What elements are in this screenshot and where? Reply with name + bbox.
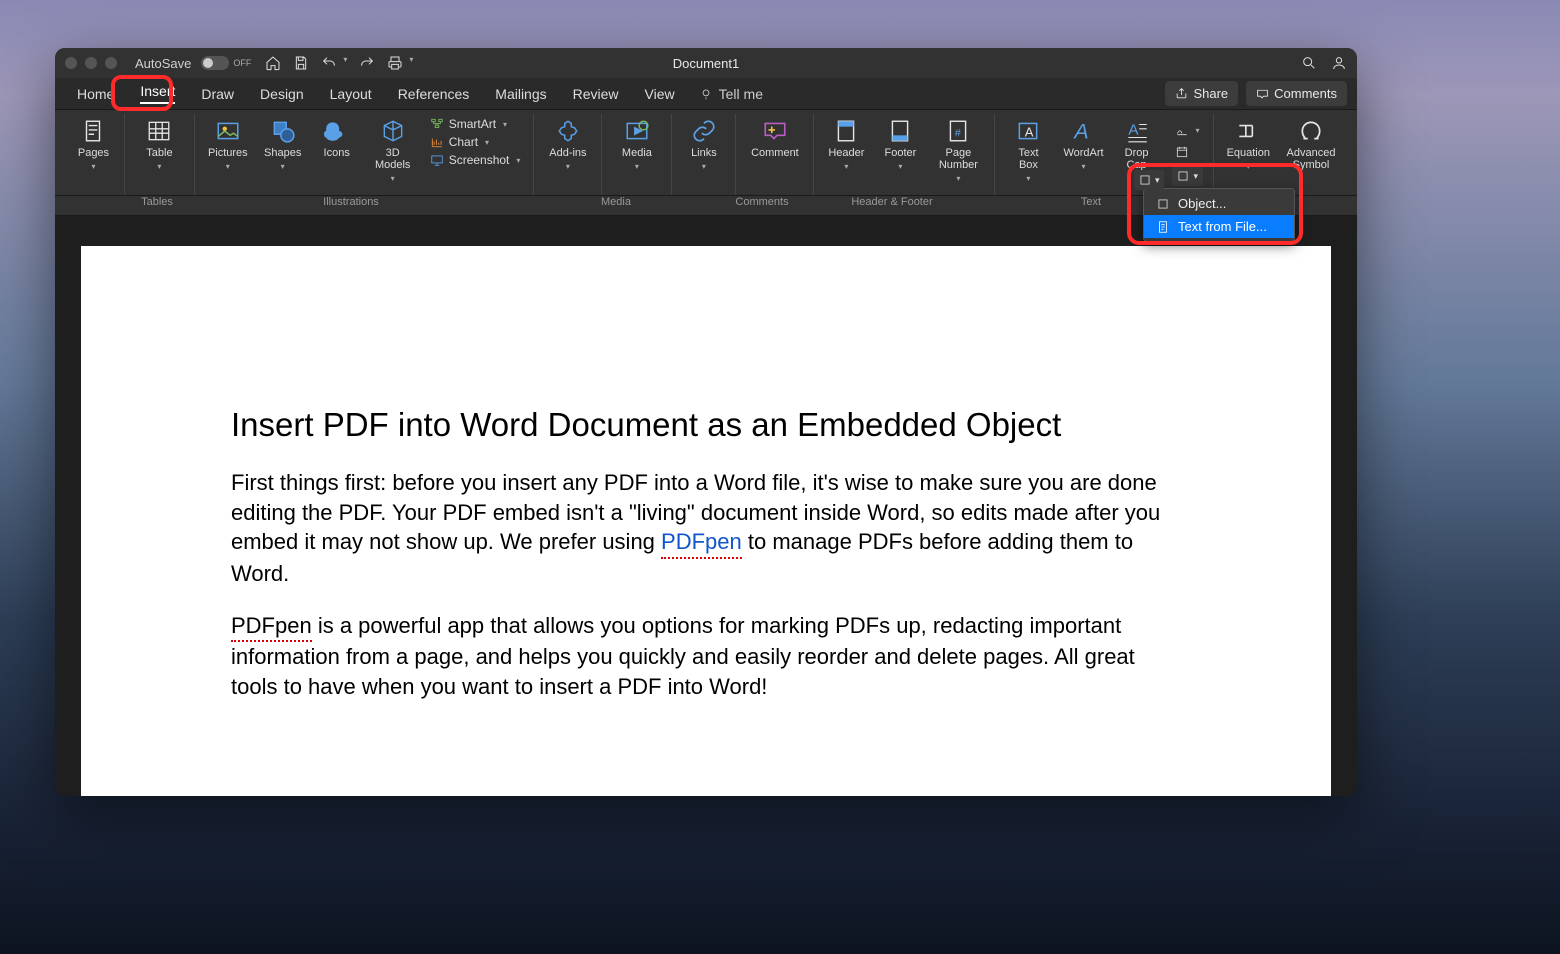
text-box-button[interactable]: A Text Box▾ xyxy=(1005,116,1051,185)
tab-references[interactable]: References xyxy=(386,80,482,108)
tab-home[interactable]: Home xyxy=(65,80,126,108)
group-symbols: Equation▾ Advanced Symbol xyxy=(1214,114,1349,195)
svg-text:#: # xyxy=(955,127,961,139)
page-1[interactable]: Insert PDF into Word Document as an Embe… xyxy=(81,246,1331,796)
home-icon[interactable] xyxy=(265,55,281,71)
redo-icon[interactable] xyxy=(359,55,375,71)
doc-paragraph-1: First things first: before you insert an… xyxy=(231,468,1181,589)
doc-heading: Insert PDF into Word Document as an Embe… xyxy=(231,406,1181,444)
screenshot-button[interactable]: Screenshot▾ xyxy=(427,152,524,168)
object-dropdown-button[interactable]: ▾ xyxy=(1172,166,1203,186)
object-dropdown-open[interactable]: ▾ xyxy=(1134,170,1164,190)
group-addins: Add-ins ▾ xyxy=(534,114,602,195)
tab-layout[interactable]: Layout xyxy=(318,80,384,108)
tell-me-search[interactable]: Tell me xyxy=(699,86,763,102)
document-title: Document1 xyxy=(673,56,739,71)
shapes-button[interactable]: Shapes ▾ xyxy=(261,116,305,173)
group-pages: Pages ▾ xyxy=(63,114,125,195)
3d-models-button[interactable]: 3D Models ▾ xyxy=(369,116,417,185)
addins-button[interactable]: Add-ins ▾ xyxy=(546,116,590,173)
minimize-window[interactable] xyxy=(85,57,97,69)
svg-text:A: A xyxy=(1072,119,1088,144)
group-media: Media ▾ xyxy=(602,114,672,195)
symbol-button[interactable]: Advanced Symbol xyxy=(1283,116,1339,173)
print-icon[interactable] xyxy=(387,55,403,71)
page-number-button[interactable]: # Page Number▾ xyxy=(932,116,984,185)
title-bar: AutoSave OFF ▾ ▾ Document1 xyxy=(55,48,1357,78)
autosave-label: AutoSave xyxy=(135,56,191,71)
group-comments: Comment xyxy=(736,114,814,195)
menu-item-object[interactable]: Object... xyxy=(1144,192,1294,215)
window-controls xyxy=(65,57,117,69)
menu-item-text-from-file[interactable]: Text from File... xyxy=(1144,215,1294,238)
tab-design[interactable]: Design xyxy=(248,80,316,108)
smartart-button[interactable]: SmartArt▾ xyxy=(427,116,524,132)
tab-insert[interactable]: Insert xyxy=(128,77,187,110)
group-header-footer: Header▾ Footer▾ # Page Number▾ xyxy=(814,114,995,195)
group-tables: Table ▾ xyxy=(125,114,195,195)
autosave-toggle[interactable]: OFF xyxy=(201,56,251,70)
tab-review[interactable]: Review xyxy=(561,80,631,108)
ribbon-tabs: Home Insert Draw Design Layout Reference… xyxy=(55,78,1357,110)
pages-button[interactable]: Pages ▾ xyxy=(71,116,115,173)
tab-view[interactable]: View xyxy=(633,80,687,108)
footer-button[interactable]: Footer▾ xyxy=(878,116,922,173)
qat-customize[interactable]: ▾ xyxy=(409,55,413,71)
svg-text:A: A xyxy=(1128,121,1139,138)
equation-button[interactable]: Equation▾ xyxy=(1224,116,1273,173)
icons-button[interactable]: Icons xyxy=(315,116,359,161)
group-links: Links ▾ xyxy=(672,114,736,195)
table-button[interactable]: Table ▾ xyxy=(137,116,181,173)
svg-text:A: A xyxy=(1025,124,1034,139)
zoom-window[interactable] xyxy=(105,57,117,69)
link-pdfpen[interactable]: PDFpen xyxy=(661,529,742,554)
tab-draw[interactable]: Draw xyxy=(189,80,246,108)
close-window[interactable] xyxy=(65,57,77,69)
undo-dropdown[interactable]: ▾ xyxy=(343,55,347,71)
save-icon[interactable] xyxy=(293,55,309,71)
group-text: A Text Box▾ A WordArt▾ A Drop Cap▾ ▾ xyxy=(995,114,1213,195)
date-time-button[interactable] xyxy=(1172,144,1203,160)
signature-line-button[interactable]: ▾ xyxy=(1172,122,1203,138)
word-window: AutoSave OFF ▾ ▾ Document1 Home Insert D… xyxy=(55,48,1357,796)
search-icon[interactable] xyxy=(1301,55,1317,71)
account-icon[interactable] xyxy=(1331,55,1347,71)
object-dropdown-menu: Object... Text from File... xyxy=(1143,188,1295,242)
header-button[interactable]: Header▾ xyxy=(824,116,868,173)
doc-paragraph-2: PDFpen is a powerful app that allows you… xyxy=(231,611,1181,702)
media-button[interactable]: Media ▾ xyxy=(615,116,659,173)
comments-button[interactable]: Comments xyxy=(1246,81,1347,106)
share-button[interactable]: Share xyxy=(1165,81,1238,106)
chart-button[interactable]: Chart▾ xyxy=(427,134,524,150)
document-area[interactable]: Insert PDF into Word Document as an Embe… xyxy=(55,216,1357,796)
wordart-button[interactable]: A WordArt▾ xyxy=(1061,116,1105,173)
tab-mailings[interactable]: Mailings xyxy=(483,80,558,108)
group-illustrations: Pictures ▾ Shapes ▾ Icons 3D Models ▾ xyxy=(195,114,534,195)
links-button[interactable]: Links ▾ xyxy=(682,116,726,173)
comment-button[interactable]: Comment xyxy=(748,116,802,161)
pictures-button[interactable]: Pictures ▾ xyxy=(205,116,251,173)
undo-icon[interactable] xyxy=(321,55,337,71)
